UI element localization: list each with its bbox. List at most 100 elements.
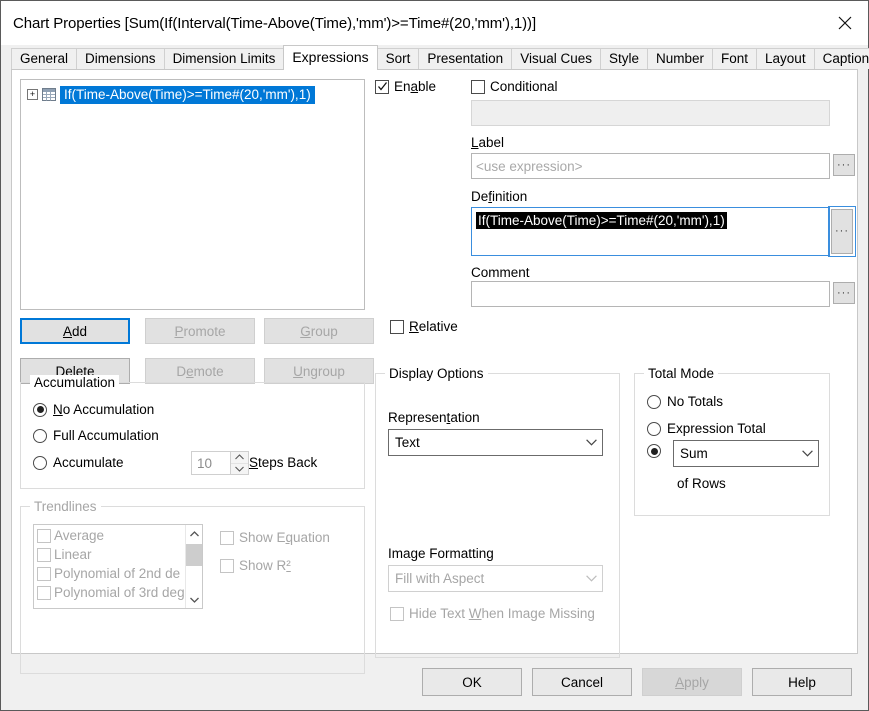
chevron-down-icon[interactable] bbox=[186, 591, 202, 608]
trendlines-group: Trendlines Average Linear Polynomial of … bbox=[20, 499, 365, 674]
tab-style[interactable]: Style bbox=[599, 48, 648, 69]
accumulation-group: Accumulation No Accumulation Full Accumu… bbox=[20, 375, 365, 489]
checkbox-box[interactable] bbox=[37, 585, 51, 600]
radio-label: No Accumulation bbox=[53, 402, 155, 417]
tab-font[interactable]: Font bbox=[712, 48, 758, 69]
group-button[interactable]: Group bbox=[264, 318, 374, 344]
list-item-label: Linear bbox=[54, 547, 92, 562]
label-browse-button[interactable]: ··· bbox=[833, 154, 855, 176]
of-rows-label: of Rows bbox=[677, 476, 726, 491]
steps-back-value[interactable]: 10 bbox=[192, 452, 230, 474]
stepper-up-icon[interactable] bbox=[231, 452, 248, 464]
expand-icon[interactable]: + bbox=[27, 89, 38, 100]
checkbox-box bbox=[375, 79, 389, 94]
tab-general[interactable]: General bbox=[11, 48, 78, 69]
checkbox-box bbox=[220, 558, 234, 573]
trendlines-scrollbar[interactable] bbox=[185, 525, 202, 608]
stepper-down-icon[interactable] bbox=[231, 463, 248, 474]
hide-text-checkbox[interactable]: Hide Text When Image Missing bbox=[390, 606, 595, 621]
tab-dimension-limits[interactable]: Dimension Limits bbox=[163, 48, 285, 69]
representation-select[interactable]: Text bbox=[388, 429, 603, 456]
label-browse-wrap: ··· bbox=[830, 151, 858, 179]
list-item-label: Polynomial of 2nd de bbox=[54, 566, 181, 581]
tab-sort[interactable]: Sort bbox=[376, 48, 420, 69]
scrollbar-thumb[interactable] bbox=[186, 544, 202, 566]
promote-button[interactable]: Promote bbox=[145, 318, 255, 344]
comment-browse-button[interactable]: ··· bbox=[833, 282, 855, 304]
enable-label: Enable bbox=[394, 79, 437, 94]
definition-selected-text: If(Time-Above(Time)>=Time#(20,'mm'),1) bbox=[476, 212, 727, 229]
radio-circle bbox=[647, 444, 661, 458]
display-options-group: Display Options Representation Text Imag… bbox=[375, 366, 620, 658]
show-r2-label: Show R² bbox=[239, 558, 291, 573]
radio-circle bbox=[647, 394, 661, 409]
radio-aggregation[interactable] bbox=[647, 444, 661, 458]
image-formatting-select[interactable]: Fill with Aspect bbox=[388, 565, 603, 592]
trendlines-list[interactable]: Average Linear Polynomial of 2nd de Poly… bbox=[33, 524, 203, 609]
show-r2-checkbox[interactable]: Show R² bbox=[220, 558, 291, 573]
list-item[interactable]: Linear bbox=[34, 545, 185, 564]
hide-text-label: Hide Text When Image Missing bbox=[409, 606, 595, 621]
checkbox-box bbox=[390, 606, 404, 621]
label-input[interactable]: <use expression> bbox=[471, 153, 830, 179]
ungroup-button[interactable]: Ungroup bbox=[264, 358, 374, 384]
definition-browse-wrap: ··· bbox=[828, 206, 856, 257]
accumulation-title: Accumulation bbox=[30, 375, 120, 390]
list-item[interactable]: Polynomial of 2nd de bbox=[34, 564, 185, 583]
tab-caption[interactable]: Caption bbox=[813, 48, 869, 69]
list-item-label: Average bbox=[54, 528, 105, 543]
checkbox-box bbox=[220, 530, 234, 545]
chart-grid-icon bbox=[42, 88, 56, 101]
definition-input[interactable]: If(Time-Above(Time)>=Time#(20,'mm'),1) bbox=[471, 207, 830, 256]
tree-row[interactable]: + If(Time-Above(Time)>=Time#(20,'mm'),1) bbox=[21, 85, 364, 104]
add-button[interactable]: Add bbox=[20, 318, 130, 344]
help-button[interactable]: Help bbox=[752, 668, 852, 696]
list-item[interactable]: Average bbox=[34, 526, 185, 545]
cancel-button[interactable]: Cancel bbox=[532, 668, 632, 696]
checkbox-box[interactable] bbox=[37, 566, 51, 581]
show-equation-checkbox[interactable]: Show Equation bbox=[220, 530, 330, 545]
radio-expression-total[interactable]: Expression Total bbox=[647, 421, 766, 436]
apply-button[interactable]: Apply bbox=[642, 668, 742, 696]
checkbox-box[interactable] bbox=[37, 547, 51, 562]
tab-visual-cues[interactable]: Visual Cues bbox=[511, 48, 601, 69]
relative-checkbox[interactable]: Relative bbox=[390, 319, 458, 334]
enable-checkbox[interactable]: Enable bbox=[375, 79, 436, 94]
close-glyph bbox=[838, 16, 852, 30]
image-formatting-value: Fill with Aspect bbox=[395, 571, 485, 586]
list-item[interactable]: Polynomial of 3rd deg bbox=[34, 583, 185, 602]
ungroup-button-label: Ungroup bbox=[293, 363, 345, 379]
radio-full-accumulation[interactable]: Full Accumulation bbox=[33, 428, 159, 443]
comment-browse-wrap: ··· bbox=[830, 279, 858, 307]
checkbox-box[interactable] bbox=[37, 528, 51, 543]
comment-input[interactable] bbox=[471, 281, 830, 307]
steps-back-stepper[interactable]: 10 bbox=[191, 451, 249, 475]
tab-layout[interactable]: Layout bbox=[756, 48, 815, 69]
scrollbar-track[interactable] bbox=[186, 566, 202, 591]
conditional-checkbox[interactable]: Conditional bbox=[471, 79, 558, 94]
representation-label: Representation bbox=[388, 410, 480, 425]
radio-accumulate[interactable]: Accumulate bbox=[33, 455, 124, 470]
radio-circle bbox=[33, 455, 47, 470]
definition-caption: Definition bbox=[471, 189, 528, 204]
image-formatting-label: Image Formatting bbox=[388, 546, 494, 561]
close-icon[interactable] bbox=[822, 1, 868, 45]
demote-button[interactable]: Demote bbox=[145, 358, 255, 384]
expression-tree[interactable]: + If(Time-Above(Time)>=Time#(20,'mm'),1) bbox=[20, 79, 365, 310]
radio-no-accumulation[interactable]: No Accumulation bbox=[33, 402, 154, 417]
ok-button[interactable]: OK bbox=[422, 668, 522, 696]
total-aggregation-select[interactable]: Sum bbox=[673, 440, 819, 467]
tab-presentation[interactable]: Presentation bbox=[418, 48, 513, 69]
tab-number[interactable]: Number bbox=[647, 48, 714, 69]
radio-label: Full Accumulation bbox=[53, 428, 159, 443]
checkbox-box bbox=[390, 319, 404, 334]
show-equation-label: Show Equation bbox=[239, 530, 330, 545]
conditional-input[interactable] bbox=[471, 100, 830, 126]
demote-button-label: Demote bbox=[176, 363, 224, 379]
tab-dimensions[interactable]: Dimensions bbox=[76, 48, 165, 69]
definition-browse-button[interactable]: ··· bbox=[831, 209, 853, 254]
expression-item-label[interactable]: If(Time-Above(Time)>=Time#(20,'mm'),1) bbox=[60, 85, 315, 104]
chevron-up-icon[interactable] bbox=[186, 525, 202, 542]
tab-expressions[interactable]: Expressions bbox=[283, 45, 378, 70]
radio-no-totals[interactable]: No Totals bbox=[647, 394, 723, 409]
